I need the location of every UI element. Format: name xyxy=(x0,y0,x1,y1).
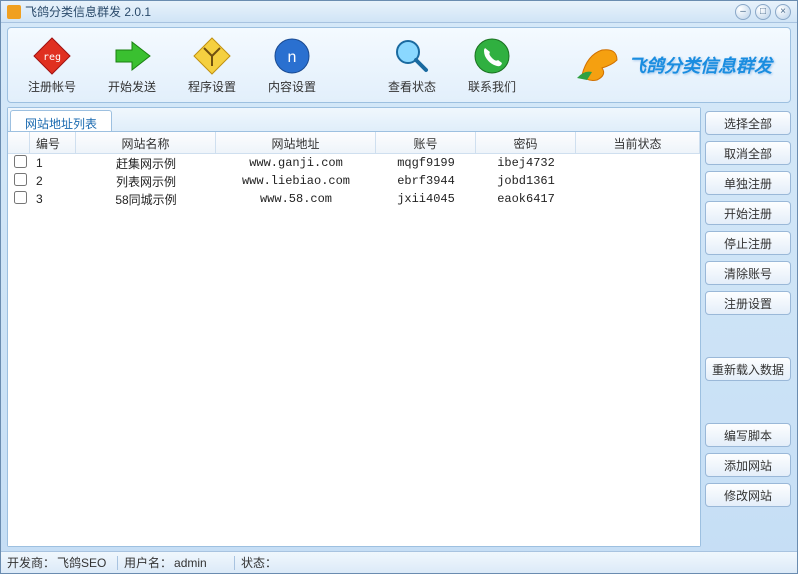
single-register-button[interactable]: 单独注册 xyxy=(705,171,791,195)
window-title: 飞鸽分类信息群发 2.0.1 xyxy=(25,3,735,20)
col-pwd[interactable]: 密码 xyxy=(476,132,576,153)
cell-name: 赶集网示例 xyxy=(76,154,216,173)
dev-label: 开发商： xyxy=(7,554,55,571)
arrow-right-icon xyxy=(112,36,152,76)
brand-area: 飞鸽分类信息群发 xyxy=(536,40,782,90)
write-script-button[interactable]: 编写脚本 xyxy=(705,423,791,447)
cell-num: 3 xyxy=(30,191,76,207)
col-url[interactable]: 网站地址 xyxy=(216,132,376,153)
content-settings-button[interactable]: n 内容设置 xyxy=(256,32,328,98)
col-name[interactable]: 网站名称 xyxy=(76,132,216,153)
table-body: 1赶集网示例www.ganji.commqgf9199ibej47322列表网示… xyxy=(8,154,700,546)
diamond-reg-icon: reg xyxy=(32,36,72,76)
cell-url: www.58.com xyxy=(216,191,376,207)
clear-account-button[interactable]: 清除账号 xyxy=(705,261,791,285)
cell-name: 58同城示例 xyxy=(76,190,216,209)
cell-name: 列表网示例 xyxy=(76,172,216,191)
view-status-button[interactable]: 查看状态 xyxy=(376,32,448,98)
phone-icon xyxy=(472,36,512,76)
table-row[interactable]: 358同城示例www.58.comjxii4045eaok6417 xyxy=(8,190,700,208)
svg-text:reg: reg xyxy=(43,52,61,63)
cell-stat xyxy=(576,162,700,164)
cell-acc: ebrf3944 xyxy=(376,173,476,189)
row-checkbox[interactable] xyxy=(14,173,27,186)
col-stat[interactable]: 当前状态 xyxy=(576,132,700,153)
titlebar: 飞鸽分类信息群发 2.0.1 – □ × xyxy=(1,1,797,23)
cell-pwd: eaok6417 xyxy=(476,191,576,207)
state-label: 状态： xyxy=(241,554,277,571)
close-button[interactable]: × xyxy=(775,4,791,20)
app-icon xyxy=(7,5,21,19)
tab-strip: 网站地址列表 xyxy=(8,108,700,132)
row-checkbox[interactable] xyxy=(14,155,27,168)
register-account-button[interactable]: reg 注册帐号 xyxy=(16,32,88,98)
cell-num: 2 xyxy=(30,173,76,189)
start-register-button[interactable]: 开始注册 xyxy=(705,201,791,225)
magnifier-icon xyxy=(392,36,432,76)
svg-text:n: n xyxy=(288,49,297,66)
main-panel: 网站地址列表 编号 网站名称 网站地址 账号 密码 当前状态 1赶集网示例www… xyxy=(7,107,701,547)
register-settings-button[interactable]: 注册设置 xyxy=(705,291,791,315)
cell-stat xyxy=(576,180,700,182)
row-checkbox[interactable] xyxy=(14,191,27,204)
cell-url: www.liebiao.com xyxy=(216,173,376,189)
circle-n-icon: n xyxy=(272,36,312,76)
cell-acc: jxii4045 xyxy=(376,191,476,207)
side-panel: 选择全部 取消全部 单独注册 开始注册 停止注册 清除账号 注册设置 重新载入数… xyxy=(705,107,791,547)
col-acc[interactable]: 账号 xyxy=(376,132,476,153)
cell-pwd: ibej4732 xyxy=(476,155,576,171)
start-send-button[interactable]: 开始发送 xyxy=(96,32,168,98)
table-header: 编号 网站名称 网站地址 账号 密码 当前状态 xyxy=(8,132,700,154)
toolbar: reg 注册帐号 开始发送 程序设置 n 内容设置 查 xyxy=(7,27,791,103)
cell-pwd: jobd1361 xyxy=(476,173,576,189)
add-site-button[interactable]: 添加网站 xyxy=(705,453,791,477)
bird-icon xyxy=(572,40,622,90)
statusbar: 开发商： 飞鸽SEO 用户名： admin 状态： xyxy=(1,551,797,573)
tab-site-list[interactable]: 网站地址列表 xyxy=(10,110,112,131)
minimize-button[interactable]: – xyxy=(735,4,751,20)
deselect-all-button[interactable]: 取消全部 xyxy=(705,141,791,165)
contact-us-button[interactable]: 联系我们 xyxy=(456,32,528,98)
program-settings-button[interactable]: 程序设置 xyxy=(176,32,248,98)
col-num[interactable]: 编号 xyxy=(30,132,76,153)
user-label: 用户名： xyxy=(124,554,172,571)
stop-register-button[interactable]: 停止注册 xyxy=(705,231,791,255)
tools-icon xyxy=(192,36,232,76)
brand-text: 飞鸽分类信息群发 xyxy=(628,52,772,78)
user-value: admin xyxy=(174,556,224,570)
cell-stat xyxy=(576,198,700,200)
dev-value: 飞鸽SEO xyxy=(57,554,107,571)
col-checkbox xyxy=(8,132,30,153)
table-row[interactable]: 2列表网示例www.liebiao.comebrf3944jobd1361 xyxy=(8,172,700,190)
reload-data-button[interactable]: 重新载入数据 xyxy=(705,357,791,381)
cell-url: www.ganji.com xyxy=(216,155,376,171)
maximize-button[interactable]: □ xyxy=(755,4,771,20)
select-all-button[interactable]: 选择全部 xyxy=(705,111,791,135)
cell-acc: mqgf9199 xyxy=(376,155,476,171)
cell-num: 1 xyxy=(30,155,76,171)
edit-site-button[interactable]: 修改网站 xyxy=(705,483,791,507)
table-row[interactable]: 1赶集网示例www.ganji.commqgf9199ibej4732 xyxy=(8,154,700,172)
